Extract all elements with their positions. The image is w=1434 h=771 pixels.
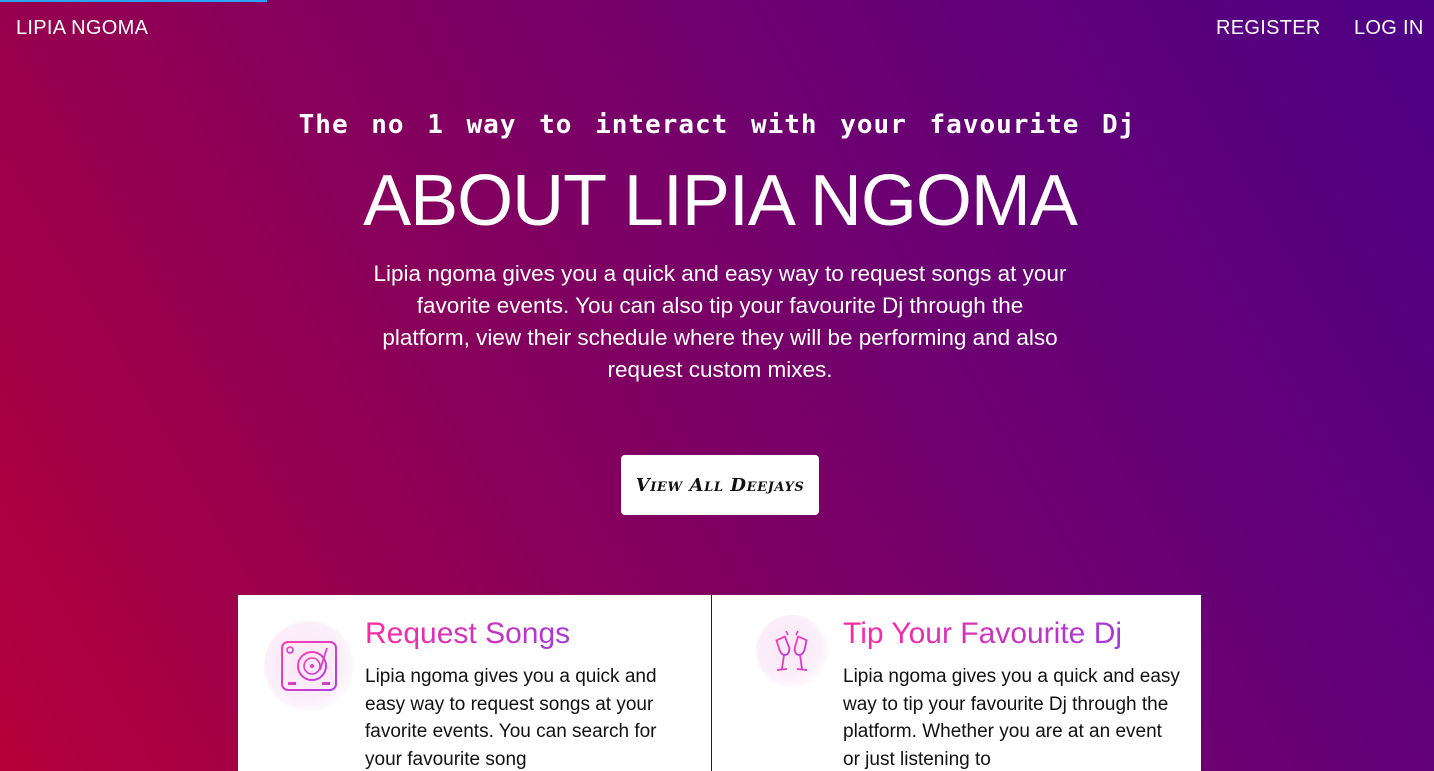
- cheers-icon: [756, 615, 828, 687]
- hero-description: Lipia ngoma gives you a quick and easy w…: [373, 261, 1067, 382]
- feature-card-request-songs: Request Songs Lipia ngoma gives you a qu…: [238, 595, 711, 771]
- view-all-deejays-button[interactable]: View All Deejays: [621, 455, 819, 515]
- hero-tagline: The no 1 way to interact with your favou…: [298, 110, 1136, 140]
- feature-description: Lipia ngoma gives you a quick and easy w…: [365, 666, 657, 770]
- feature-title: Tip Your Favourite Dj: [843, 617, 1123, 650]
- register-link[interactable]: REGISTER: [1216, 17, 1321, 40]
- login-link[interactable]: LOG IN: [1354, 17, 1424, 40]
- page-title: ABOUT LIPIA NGOMA: [363, 161, 1078, 241]
- feature-title: Request Songs: [365, 617, 571, 650]
- page: { "nav": { "brand": "LIPIA NGOMA", "regi…: [0, 0, 1434, 771]
- brand-logo[interactable]: LIPIA NGOMA: [16, 17, 148, 40]
- turntable-icon: [264, 621, 354, 711]
- page-load-progress-bar: [0, 0, 267, 2]
- feature-description: Lipia ngoma gives you a quick and easy w…: [843, 666, 1180, 770]
- feature-card-tip-dj: Tip Your Favourite Dj Lipia ngoma gives …: [712, 595, 1201, 771]
